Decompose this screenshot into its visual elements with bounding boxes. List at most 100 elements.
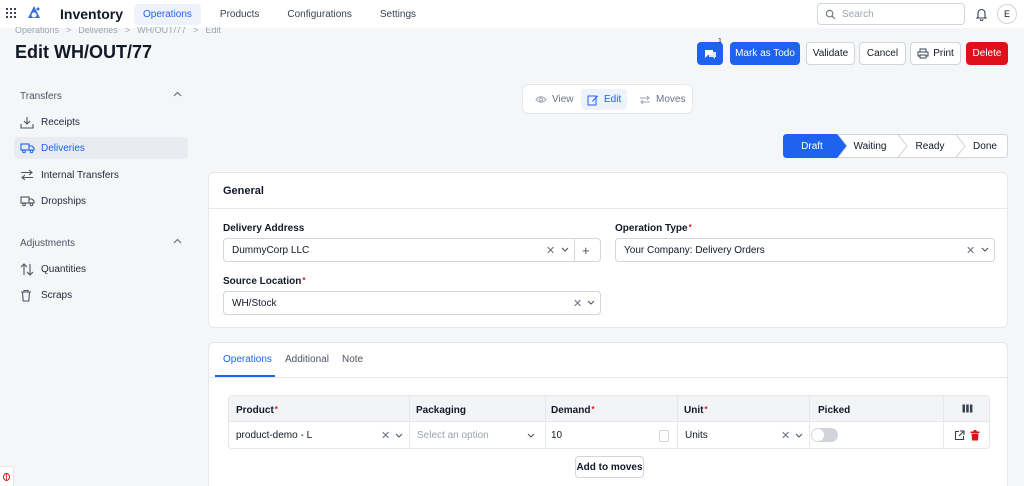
breadcrumb-record[interactable]: WH/OUT/77 [137,27,186,35]
operation-type-field[interactable]: Your Company: Delivery Orders ✕ [615,238,995,262]
chevron-down-icon[interactable] [561,247,569,252]
column-header-picked[interactable]: Picked [818,405,850,416]
delivery-address-label: Delivery Address [223,223,305,234]
status-step-done[interactable]: Done [963,134,1007,158]
print-label: Print [933,48,954,59]
view-mode-moves[interactable]: Moves [633,89,691,110]
breadcrumb-separator: > [193,27,199,35]
tab-operations[interactable]: Operations [223,354,272,365]
eye-icon [535,96,547,103]
column-header-packaging[interactable]: Packaging [416,405,466,416]
breadcrumb-separator: > [124,27,131,35]
divider [574,239,575,261]
nav-configurations[interactable]: Configurations [278,4,360,25]
product-value[interactable]: product-demo - L [236,430,312,441]
operations-card: Operations Additional Note Product* Pack… [208,342,1008,486]
search-input[interactable]: Search [817,3,965,25]
columns-icon[interactable] [962,404,973,413]
column-divider [677,396,678,448]
source-location-label: Source Location* [223,276,306,287]
view-mode-view[interactable]: View [529,89,580,110]
search-icon [825,9,836,20]
chevron-down-icon[interactable] [795,433,803,438]
sidebar-item-scraps[interactable]: Scraps [14,284,188,306]
mark-as-todo-button[interactable]: Mark as Todo [730,42,800,65]
receipt-download-icon [20,116,34,129]
avatar[interactable]: E [997,4,1017,24]
chevron-down-icon[interactable] [981,247,989,252]
divider [209,377,1007,378]
chat-button[interactable] [697,42,723,65]
source-location-field[interactable]: WH/Stock ✕ [223,291,601,315]
adjustments-section-header[interactable]: Adjustments [20,238,182,249]
view-switch: View Edit Moves [522,84,693,114]
add-icon[interactable]: + [582,243,590,258]
nav-operations[interactable]: Operations [134,3,201,25]
transfers-section-header[interactable]: Transfers [20,91,182,102]
breadcrumb-operations[interactable]: Operations [15,27,59,35]
delivery-address-field[interactable]: DummyCorp LLC ✕ + [223,238,601,262]
view-mode-label: Edit [604,94,622,105]
sort-arrows-icon [20,262,34,276]
app-grid-icon[interactable] [6,8,16,18]
status-step-draft[interactable]: Draft [783,134,841,158]
breadcrumb: Operations > Deliveries > WH/OUT/77 > Edit [15,27,228,35]
general-card: General Delivery Address DummyCorp LLC ✕… [208,172,1008,328]
printer-icon [917,48,929,59]
clear-icon[interactable]: ✕ [781,429,790,442]
tab-additional[interactable]: Additional [285,354,329,365]
sidebar-item-label: Internal Transfers [41,169,119,181]
sidebar-item-label: Quantities [41,263,87,275]
column-divider [545,396,546,448]
clear-icon[interactable]: ✕ [546,244,555,257]
picked-toggle[interactable] [811,428,838,442]
chat-icon [704,49,716,59]
general-title: General [223,185,264,197]
demand-input[interactable]: 10 [551,430,562,441]
sidebar-item-deliveries[interactable]: Deliveries [14,137,188,159]
sidebar-item-dropships[interactable]: Dropships [14,190,188,212]
validate-button[interactable]: Validate [806,42,855,65]
view-mode-edit[interactable]: Edit [581,89,628,110]
app-name: Inventory [60,6,124,22]
nav-products[interactable]: Products [211,4,268,25]
search-placeholder: Search [842,9,874,20]
bell-icon[interactable] [975,7,988,21]
breadcrumb-deliveries[interactable]: Deliveries [78,27,118,35]
sidebar-item-internal-transfers[interactable]: Internal Transfers [14,164,188,186]
print-button[interactable]: Print [910,42,961,65]
arrows-exchange-icon [21,169,33,181]
packaging-select[interactable]: Select an option [417,430,489,441]
nav-settings[interactable]: Settings [371,4,425,25]
clear-icon[interactable]: ✕ [573,297,582,310]
cancel-button[interactable]: Cancel [859,42,906,65]
chevron-down-icon[interactable] [587,300,595,305]
sidebar-item-receipts[interactable]: Receipts [14,111,188,133]
clear-icon[interactable]: ✕ [966,244,975,257]
demand-stepper[interactable] [659,430,669,442]
chevron-down-icon[interactable] [527,433,535,438]
chevron-up-icon [173,238,182,244]
sidebar-item-label: Deliveries [41,142,85,154]
chevron-down-icon[interactable] [395,433,403,438]
column-header-product[interactable]: Product* [236,405,278,416]
add-to-moves-button[interactable]: Add to moves [575,456,644,478]
column-header-unit[interactable]: Unit* [684,405,708,416]
breadcrumb-edit: Edit [205,27,221,35]
view-mode-label: View [552,94,574,105]
view-mode-label: Moves [656,94,686,105]
moves-table: Product* Packaging Demand* Unit* Picked … [228,395,990,449]
status-step-ready[interactable]: Ready [905,134,955,158]
sidebar-item-quantities[interactable]: Quantities [14,258,188,280]
clear-icon[interactable]: ✕ [381,429,390,442]
status-step-waiting[interactable]: Waiting [845,134,895,158]
arrows-exchange-icon [640,95,650,104]
tab-note[interactable]: Note [342,354,363,365]
debug-widget[interactable] [0,466,14,486]
column-header-demand[interactable]: Demand* [551,405,595,416]
delete-button[interactable]: Delete [966,42,1008,65]
external-link-icon[interactable] [954,430,965,441]
unit-value[interactable]: Units [685,430,708,441]
delete-row-icon[interactable] [970,430,980,441]
top-bar: Inventory Operations Products Configurat… [0,0,1024,28]
